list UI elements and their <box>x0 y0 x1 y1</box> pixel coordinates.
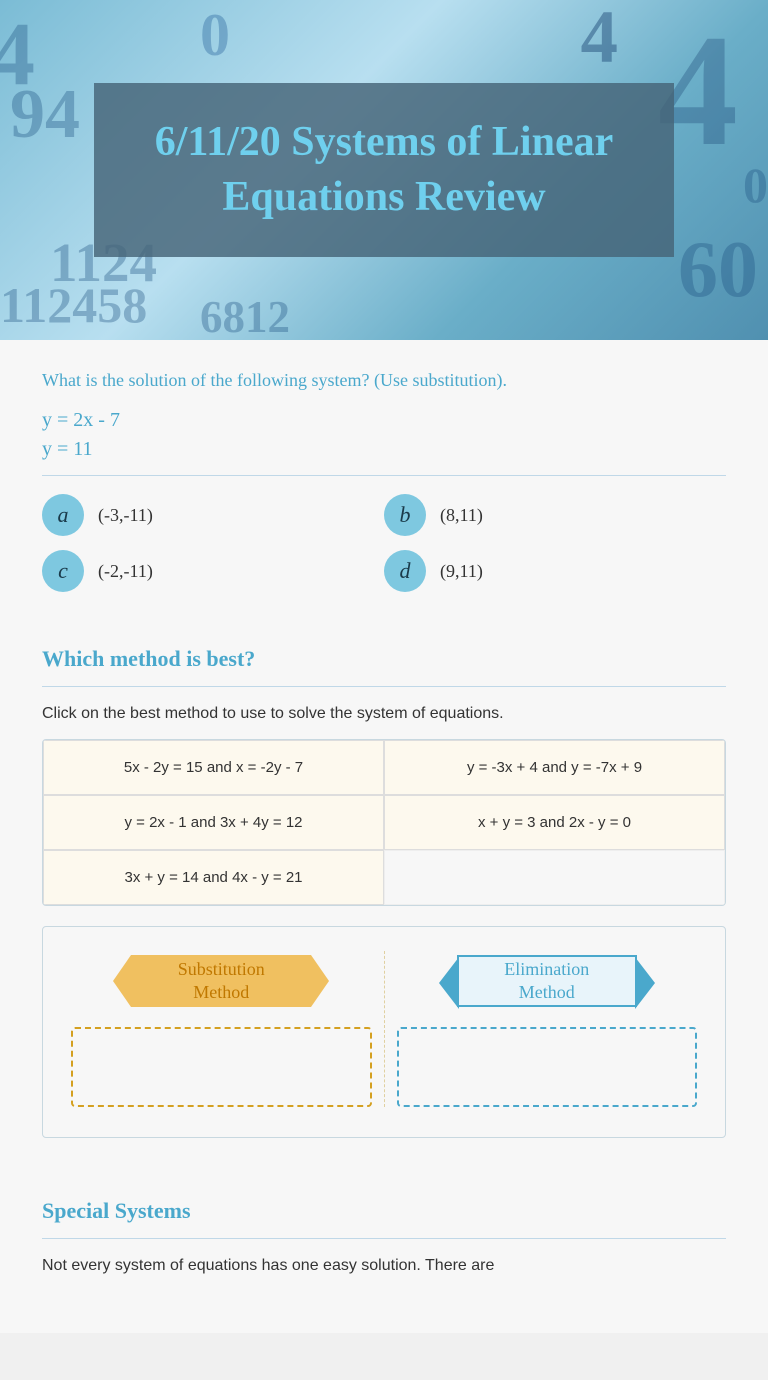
option-c-label: (-2,-11) <box>98 561 153 582</box>
option-d-badge: d <box>384 550 426 592</box>
substitution-label: SubstitutionMethod <box>131 955 311 1007</box>
elimination-zone: EliminationMethod <box>385 951 710 1107</box>
equation-2: y = 11 <box>42 438 726 461</box>
divider-3 <box>42 1238 726 1239</box>
eq-row-3: 3x + y = 14 and 4x - y = 21 <box>43 850 725 905</box>
question-text: What is the solution of the following sy… <box>42 370 726 391</box>
option-a-label: (-3,-11) <box>98 505 153 526</box>
elimination-drop-area[interactable] <box>397 1027 698 1107</box>
answer-options: a (-3,-11) b (8,11) c (-2,-11) d (9,11) <box>42 494 726 592</box>
eq-card-5[interactable]: 3x + y = 14 and 4x - y = 21 <box>43 850 384 905</box>
special-text: Not every system of equations has one ea… <box>42 1257 726 1275</box>
option-a-badge: a <box>42 494 84 536</box>
eq-row-1: 5x - 2y = 15 and x = -2y - 7 y = -3x + 4… <box>43 740 725 795</box>
method-instruction: Click on the best method to use to solve… <box>42 705 726 723</box>
option-b-label: (8,11) <box>440 505 483 526</box>
method-drop-zones: SubstitutionMethod EliminationMethod <box>42 926 726 1138</box>
eq-card-2[interactable]: y = -3x + 4 and y = -7x + 9 <box>384 740 725 795</box>
method-section: Which method is best? Click on the best … <box>42 610 726 1178</box>
eq-card-4[interactable]: x + y = 3 and 2x - y = 0 <box>384 795 725 850</box>
option-d-label: (9,11) <box>440 561 483 582</box>
elimination-label: EliminationMethod <box>457 955 637 1007</box>
eq-row-2: y = 2x - 1 and 3x + 4y = 12 x + y = 3 an… <box>43 795 725 850</box>
hero-section: 4 4 94 112458 60 0 1124 0 4 6812 6/11/20… <box>0 0 768 340</box>
option-b-badge: b <box>384 494 426 536</box>
eq-card-empty <box>384 850 725 905</box>
method-heading: Which method is best? <box>42 646 726 672</box>
eq-card-1[interactable]: 5x - 2y = 15 and x = -2y - 7 <box>43 740 384 795</box>
substitution-zone: SubstitutionMethod <box>59 951 385 1107</box>
hero-title-box: 6/11/20 Systems of Linear Equations Revi… <box>94 83 674 256</box>
option-c-badge: c <box>42 550 84 592</box>
q1-section: What is the solution of the following sy… <box>42 340 726 610</box>
equation-1: y = 2x - 7 <box>42 409 726 432</box>
eq-card-3[interactable]: y = 2x - 1 and 3x + 4y = 12 <box>43 795 384 850</box>
main-content: What is the solution of the following sy… <box>0 340 768 1333</box>
substitution-drop-area[interactable] <box>71 1027 372 1107</box>
substitution-banner[interactable]: SubstitutionMethod <box>121 951 321 1011</box>
page-title: 6/11/20 Systems of Linear Equations Revi… <box>142 115 626 224</box>
option-d[interactable]: d (9,11) <box>384 550 726 592</box>
equation-cards: 5x - 2y = 15 and x = -2y - 7 y = -3x + 4… <box>42 739 726 906</box>
option-c[interactable]: c (-2,-11) <box>42 550 384 592</box>
special-section: Special Systems Not every system of equa… <box>42 1178 726 1301</box>
divider-2 <box>42 686 726 687</box>
special-heading: Special Systems <box>42 1198 726 1224</box>
option-a[interactable]: a (-3,-11) <box>42 494 384 536</box>
divider-1 <box>42 475 726 476</box>
option-b[interactable]: b (8,11) <box>384 494 726 536</box>
elimination-banner[interactable]: EliminationMethod <box>447 951 647 1011</box>
